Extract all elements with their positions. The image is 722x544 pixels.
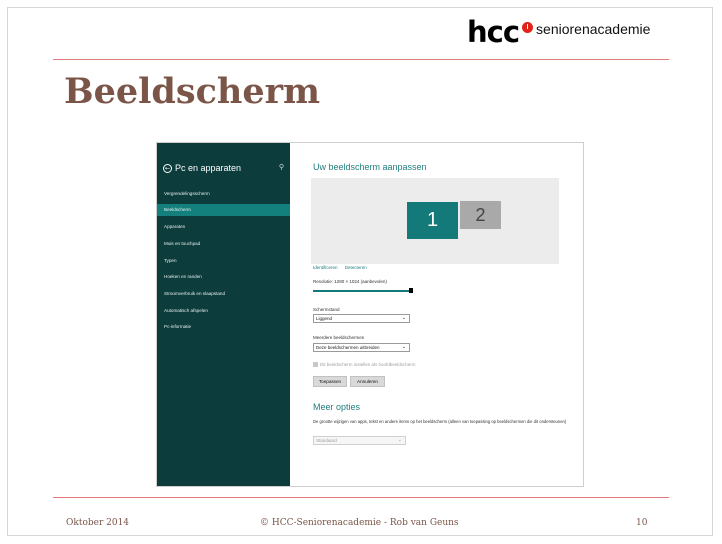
chevron-down-icon: ⌄ [401,344,406,350]
orientation-value: Liggend [316,316,333,321]
page-number: 10 [636,518,648,528]
apply-button[interactable]: Toepassen [313,376,347,387]
resolution-slider[interactable] [313,290,412,292]
sidebar-header: ← Pc en apparaten [163,161,287,175]
sidebar-item-lockscreen[interactable]: Vergrendelingsscherm [157,188,290,200]
chevron-down-icon: ⌄ [397,437,402,443]
sidebar-item-devices[interactable]: Apparaten [157,221,290,233]
chevron-down-icon: ⌄ [401,315,406,321]
settings-main: Uw beeldscherm aanpassen 1 2 Identificer… [291,143,583,486]
multi-display-select[interactable]: Deze beeldschermen uitbreiden ⌄ [313,343,410,352]
resolution-label: Resolutie: 1280 × 1024 (aanbevolen) [313,279,387,284]
size-value: Standaard [316,438,337,443]
sidebar-item-power[interactable]: Stroomverbruik en slaapstand [157,288,290,300]
power-icon [522,21,534,33]
primary-display-checkbox[interactable] [313,362,318,367]
identify-link[interactable]: Identificeren [313,265,338,270]
settings-sidebar: ← Pc en apparaten ⚲ Vergrendelingsscherm… [157,143,290,486]
header-divider [53,59,669,60]
size-select[interactable]: Standaard ⌄ [313,436,406,445]
sidebar-item-mouse[interactable]: Muis en touchpad [157,238,290,250]
monitor-1[interactable]: 1 [407,202,458,239]
footer-date: Oktober 2014 [66,518,130,528]
slide-title: Beeldscherm [64,71,321,112]
more-options-title: Meer opties [313,402,361,412]
display-preview: 1 2 [311,178,559,264]
more-options-description: De grootte wijzigen van apps, tekst en a… [313,419,567,424]
detect-link[interactable]: Detecteren [345,265,367,270]
logo-main-text: hcc [467,15,520,49]
multi-display-value: Deze beeldschermen uitbreiden [316,345,380,350]
sidebar-title: Pc en apparaten [175,163,242,173]
footer-divider [53,497,669,498]
logo-sub-text: seniorenacademie [536,21,651,37]
resolution-slider-thumb[interactable] [409,288,413,293]
display-links: Identificeren Detecteren [313,265,373,270]
multi-display-label: Meerdere beeldschermen [313,335,365,340]
back-arrow-icon[interactable]: ← [163,163,172,173]
settings-screenshot: ← Pc en apparaten ⚲ Vergrendelingsscherm… [156,142,584,487]
sidebar-item-typing[interactable]: Typen [157,255,290,267]
sidebar-item-corners[interactable]: Hoeken en randen [157,271,290,283]
sidebar-item-display[interactable]: Beeldscherm [157,204,290,216]
orientation-label: Schermstand [313,307,340,312]
footer-copyright: © HCC-Seniorenacademie - Rob van Geuns [260,518,459,528]
orientation-select[interactable]: Liggend ⌄ [313,314,410,323]
hcc-logo: hcc seniorenacademie [467,17,650,47]
sidebar-item-autoplay[interactable]: Automatisch afspelen [157,305,290,317]
page-title: Uw beeldscherm aanpassen [313,162,427,172]
sidebar-item-pcinfo[interactable]: Pc-informatie [157,321,290,333]
primary-display-label: Dit beeldscherm instellen als hoofdbeeld… [320,362,416,367]
cancel-button[interactable]: Annuleren [350,376,385,387]
search-icon[interactable]: ⚲ [279,163,284,171]
monitor-2[interactable]: 2 [460,201,501,229]
